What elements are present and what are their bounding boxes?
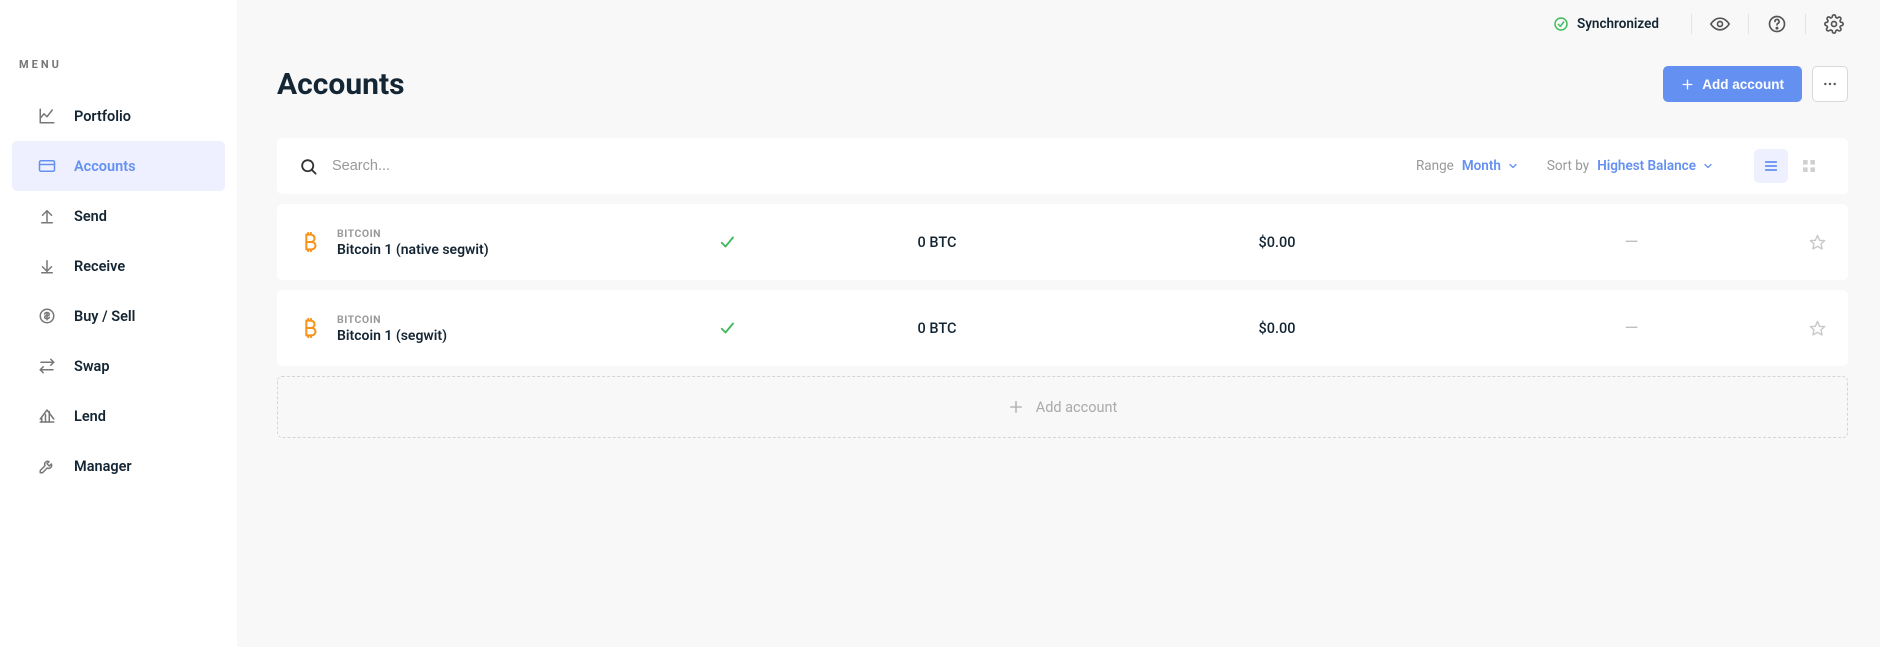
sidebar-header: MENU — [0, 58, 237, 91]
sync-check-icon — [657, 319, 797, 337]
divider — [1748, 14, 1749, 34]
more-options-button[interactable] — [1812, 66, 1848, 102]
settings-icon[interactable] — [1820, 14, 1848, 34]
plus-icon — [1008, 399, 1024, 415]
sidebar-item-label: Swap — [74, 358, 110, 375]
sidebar-item-manager[interactable]: Manager — [12, 441, 225, 491]
add-account-row-label: Add account — [1036, 399, 1118, 416]
coin-kind: BITCOIN — [337, 313, 657, 326]
account-meta: BITCOIN Bitcoin 1 (native segwit) — [337, 227, 657, 258]
account-balance: 0 BTC — [797, 320, 1077, 337]
account-trend: — — [1477, 318, 1786, 339]
search-input[interactable] — [332, 158, 732, 174]
star-icon — [1809, 234, 1826, 251]
account-name: Bitcoin 1 (native segwit) — [337, 242, 657, 258]
filter-row: Range Month Sort by Highest Balance — [277, 138, 1848, 194]
sidebar-item-receive[interactable]: Receive — [12, 241, 225, 291]
divider — [1691, 14, 1692, 34]
coin-kind: BITCOIN — [337, 227, 657, 240]
sidebar-item-accounts[interactable]: Accounts — [12, 141, 225, 191]
range-label: Range — [1416, 158, 1454, 174]
sidebar-item-label: Portfolio — [74, 108, 131, 125]
range-value: Month — [1462, 158, 1501, 174]
account-row[interactable]: BITCOIN Bitcoin 1 (native segwit) 0 BTC … — [277, 204, 1848, 280]
star-icon — [1809, 320, 1826, 337]
sort-label: Sort by — [1547, 158, 1589, 174]
sidebar-item-label: Manager — [74, 458, 132, 475]
range-selector[interactable]: Month — [1462, 158, 1519, 174]
buy-sell-icon — [38, 307, 56, 325]
sync-label: Synchronized — [1577, 16, 1659, 32]
sort-selector[interactable]: Highest Balance — [1597, 158, 1714, 174]
grid-view-button[interactable] — [1792, 149, 1826, 183]
header-row: Accounts Add account — [237, 48, 1880, 102]
bitcoin-icon — [299, 231, 337, 253]
chevron-down-icon — [1507, 160, 1519, 172]
account-value: $0.00 — [1077, 320, 1477, 337]
list-view-button[interactable] — [1754, 149, 1788, 183]
accounts-icon — [38, 157, 56, 175]
sidebar-item-label: Accounts — [74, 158, 136, 175]
sidebar-item-label: Lend — [74, 408, 106, 425]
chevron-down-icon — [1702, 160, 1714, 172]
view-toggle — [1754, 149, 1826, 183]
more-icon — [1822, 76, 1838, 92]
divider — [1805, 14, 1806, 34]
main: Synchronized Accounts Add account — [237, 0, 1880, 647]
header-actions: Add account — [1663, 66, 1848, 102]
send-icon — [38, 207, 56, 225]
star-button[interactable] — [1786, 234, 1826, 251]
manager-icon — [38, 457, 56, 475]
visibility-icon[interactable] — [1706, 14, 1734, 34]
sidebar-item-label: Receive — [74, 258, 125, 275]
search-icon — [299, 157, 318, 176]
grid-icon — [1801, 158, 1817, 174]
sync-check-icon — [657, 233, 797, 251]
sidebar-item-portfolio[interactable]: Portfolio — [12, 91, 225, 141]
sidebar-item-buy-sell[interactable]: Buy / Sell — [12, 291, 225, 341]
sort-value: Highest Balance — [1597, 158, 1696, 174]
sidebar-item-label: Send — [74, 208, 107, 225]
receive-icon — [38, 257, 56, 275]
account-balance: 0 BTC — [797, 234, 1077, 251]
sidebar-item-swap[interactable]: Swap — [12, 341, 225, 391]
check-circle-icon — [1553, 16, 1569, 32]
lend-icon — [38, 407, 56, 425]
list-icon — [1763, 158, 1779, 174]
content: Range Month Sort by Highest Balance — [237, 102, 1880, 438]
page-title: Accounts — [277, 67, 405, 102]
portfolio-icon — [38, 107, 56, 125]
add-account-label: Add account — [1702, 77, 1784, 92]
topbar: Synchronized — [237, 0, 1880, 48]
sidebar-item-label: Buy / Sell — [74, 308, 135, 325]
help-icon[interactable] — [1763, 14, 1791, 34]
account-name: Bitcoin 1 (segwit) — [337, 328, 657, 344]
account-value: $0.00 — [1077, 234, 1477, 251]
add-account-row[interactable]: Add account — [277, 376, 1848, 438]
sidebar-item-send[interactable]: Send — [12, 191, 225, 241]
sidebar-item-lend[interactable]: Lend — [12, 391, 225, 441]
sidebar: MENU Portfolio Accounts Send Receive Buy… — [0, 0, 237, 647]
swap-icon — [38, 357, 56, 375]
star-button[interactable] — [1786, 320, 1826, 337]
account-trend: — — [1477, 232, 1786, 253]
sync-status: Synchronized — [1553, 16, 1677, 32]
add-account-button[interactable]: Add account — [1663, 66, 1802, 102]
plus-icon — [1681, 78, 1694, 91]
account-row[interactable]: BITCOIN Bitcoin 1 (segwit) 0 BTC $0.00 — — [277, 290, 1848, 366]
bitcoin-icon — [299, 317, 337, 339]
search-wrap — [299, 157, 1416, 176]
account-meta: BITCOIN Bitcoin 1 (segwit) — [337, 313, 657, 344]
